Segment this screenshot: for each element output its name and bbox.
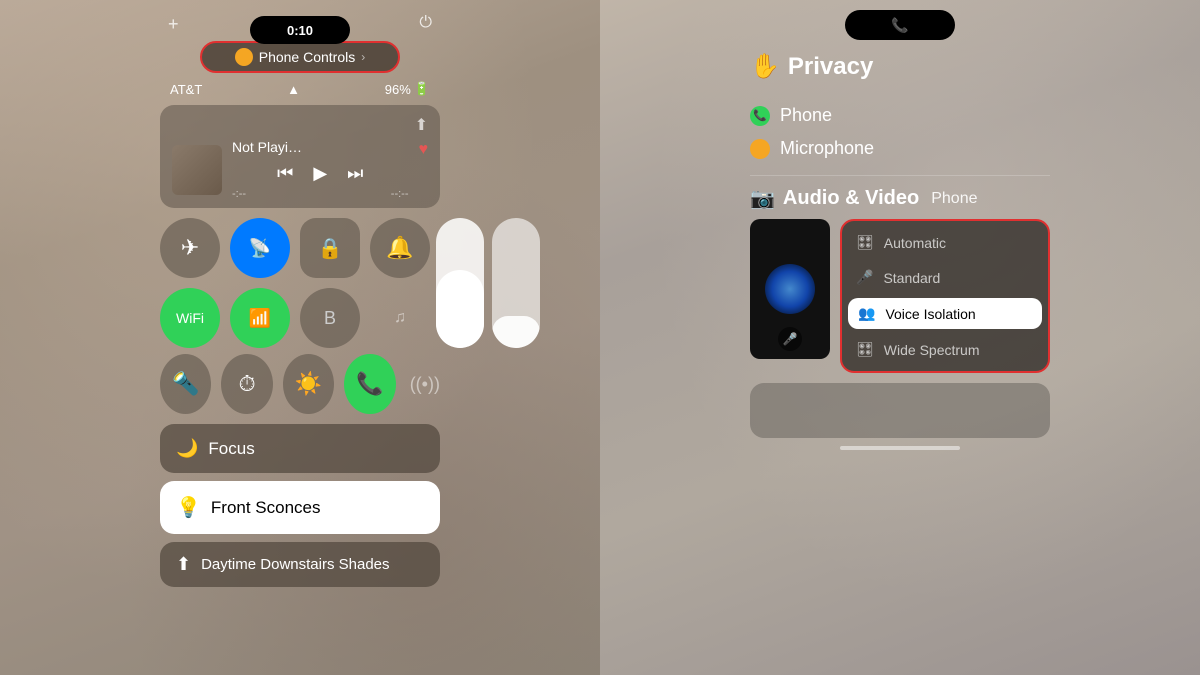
mute-button[interactable]: 🔔 — [370, 218, 430, 278]
right-phone: 📞 ✋ Privacy 📞 Phone Microphone 📷 Audio &… — [600, 0, 1200, 675]
album-art — [172, 145, 222, 195]
battery-percent: 96% — [385, 82, 411, 97]
automatic-option[interactable]: 🎛 Automatic — [842, 225, 1048, 260]
microphone-label: Microphone — [780, 138, 874, 159]
carrier-name: AT&T — [170, 82, 202, 97]
green-dot: 📞 — [750, 106, 770, 126]
volume-slider[interactable] — [492, 218, 540, 348]
wifi-icon-status: ▲ — [287, 82, 300, 97]
time-end: --:-- — [391, 188, 409, 200]
wide-spectrum-label: Wide Spectrum — [884, 342, 980, 358]
focus-label: Focus — [208, 439, 254, 459]
video-thumbnail-wrapper: 🎤 — [750, 219, 830, 359]
airplane-mode-button[interactable]: ✈ — [160, 218, 220, 278]
dynamic-island-right: 📞 — [845, 10, 955, 40]
privacy-phone-item: 📞 Phone — [750, 99, 1050, 132]
dynamic-island-left: 0:10 — [250, 16, 350, 44]
camera-icon: 📷 — [750, 186, 775, 211]
video-glow — [765, 264, 815, 314]
automatic-icon: 🎛 — [856, 234, 874, 251]
phone-call-icon: 📞 — [891, 17, 908, 34]
screen-lock-button[interactable]: 🔒 — [300, 218, 360, 278]
phone-label: Phone — [780, 105, 832, 126]
cellular-button[interactable]: 📶 — [230, 288, 290, 348]
home-indicator — [840, 446, 960, 450]
daytime-shades-button[interactable]: ⬆ Daytime Downstairs Shades — [160, 542, 440, 587]
play-icon[interactable]: ▶ — [313, 163, 327, 184]
carrier-row: AT&T ▲ 96% 🔋 — [160, 79, 440, 99]
sconces-label: Front Sconces — [211, 498, 321, 518]
divider-1 — [750, 175, 1050, 176]
time-display: 0:10 — [287, 23, 313, 38]
phone-button[interactable]: 📞 — [344, 354, 395, 414]
bulb-icon: 💡 — [176, 495, 201, 520]
flashlight-button[interactable]: 🔦 — [160, 354, 211, 414]
time-start: -:-- — [232, 188, 246, 200]
voice-isolation-option[interactable]: 👥 Voice Isolation — [848, 298, 1042, 329]
heart-icon[interactable]: ♥ — [419, 141, 429, 159]
privacy-mic-item: Microphone — [750, 132, 1050, 165]
progress-bar: -:-- --:-- — [232, 188, 409, 200]
battery-display: 96% 🔋 — [385, 81, 430, 97]
music-note-icon: ♫ — [370, 288, 430, 348]
privacy-title-text: Privacy — [788, 53, 873, 81]
controls-label: Phone Controls — [259, 49, 356, 65]
av-content: 🎤 🎛 Automatic 🎤 Standard 👥 Voice Isolati… — [750, 219, 1050, 373]
battery-icon: 🔋 — [414, 81, 430, 97]
moon-icon: 🌙 — [176, 438, 198, 459]
power-icon: ⏻ — [419, 14, 432, 35]
top-corner-row: + 0:10 ⏻ — [160, 14, 440, 35]
wide-spectrum-icon: 🎛 — [856, 341, 874, 358]
standard-option[interactable]: 🎤 Standard — [842, 260, 1048, 295]
now-playing-widget[interactable]: ⬆ Not Playi… ⏮ ▶ ⏭ -:-- --:-- ♥ — [160, 105, 440, 208]
fastforward-icon[interactable]: ⏭ — [347, 163, 363, 184]
av-title-text: Audio & Video — [783, 187, 919, 210]
controls-arrow: › — [361, 50, 365, 64]
phone-controls-banner[interactable]: Phone Controls › — [200, 41, 400, 73]
front-sconces-button[interactable]: 💡 Front Sconces — [160, 481, 440, 534]
timer-button[interactable]: ⏱ — [221, 354, 272, 414]
voice-isolation-icon: 👥 — [858, 305, 875, 322]
audio-options-panel: 🎛 Automatic 🎤 Standard 👥 Voice Isolation… — [840, 219, 1050, 373]
airplay-icon[interactable]: ⬆ — [415, 115, 428, 135]
voice-isolation-label: Voice Isolation — [885, 306, 975, 322]
orange-dot-mic — [750, 139, 770, 159]
av-subtitle-text: Phone — [931, 190, 977, 208]
row2-controls: 🔦 ⏱ ☀️ 📞 ((•)) — [160, 354, 440, 414]
hand-icon: ✋ — [750, 52, 780, 81]
audio-video-title: 📷 Audio & Video Phone — [750, 186, 1050, 211]
daytime-label: Daytime Downstairs Shades — [201, 555, 389, 575]
track-name: Not Playi… — [232, 139, 409, 155]
rewind-icon[interactable]: ⏮ — [277, 163, 293, 184]
plus-icon[interactable]: + — [168, 14, 179, 35]
slider-controls — [436, 218, 540, 348]
airdrop-button[interactable]: 📡 — [230, 218, 290, 278]
brightness-button[interactable]: ☀️ — [283, 354, 334, 414]
grey-placeholder — [750, 383, 1050, 438]
shade-icon: ⬆ — [176, 554, 191, 575]
brightness-slider[interactable] — [436, 218, 484, 348]
orange-dot — [235, 48, 253, 66]
playback-controls[interactable]: ⏮ ▶ ⏭ — [232, 163, 409, 184]
automatic-label: Automatic — [884, 235, 946, 251]
focus-button[interactable]: 🌙 Focus — [160, 424, 440, 473]
bluetooth-button[interactable]: B — [300, 288, 360, 348]
privacy-title: ✋ Privacy — [750, 52, 1050, 81]
mic-overlay-icon: 🎤 — [778, 327, 802, 351]
sliders-area: B — [300, 288, 360, 348]
left-phone: + 0:10 ⏻ Phone Controls › AT&T ▲ 96% 🔋 ⬆ — [0, 0, 600, 675]
wifi-button[interactable]: WiFi — [160, 288, 220, 348]
standard-icon: 🎤 — [856, 269, 873, 286]
standard-label: Standard — [883, 270, 940, 286]
accessibility-icon: ((•)) — [410, 374, 440, 395]
wide-spectrum-option[interactable]: 🎛 Wide Spectrum — [842, 332, 1048, 367]
